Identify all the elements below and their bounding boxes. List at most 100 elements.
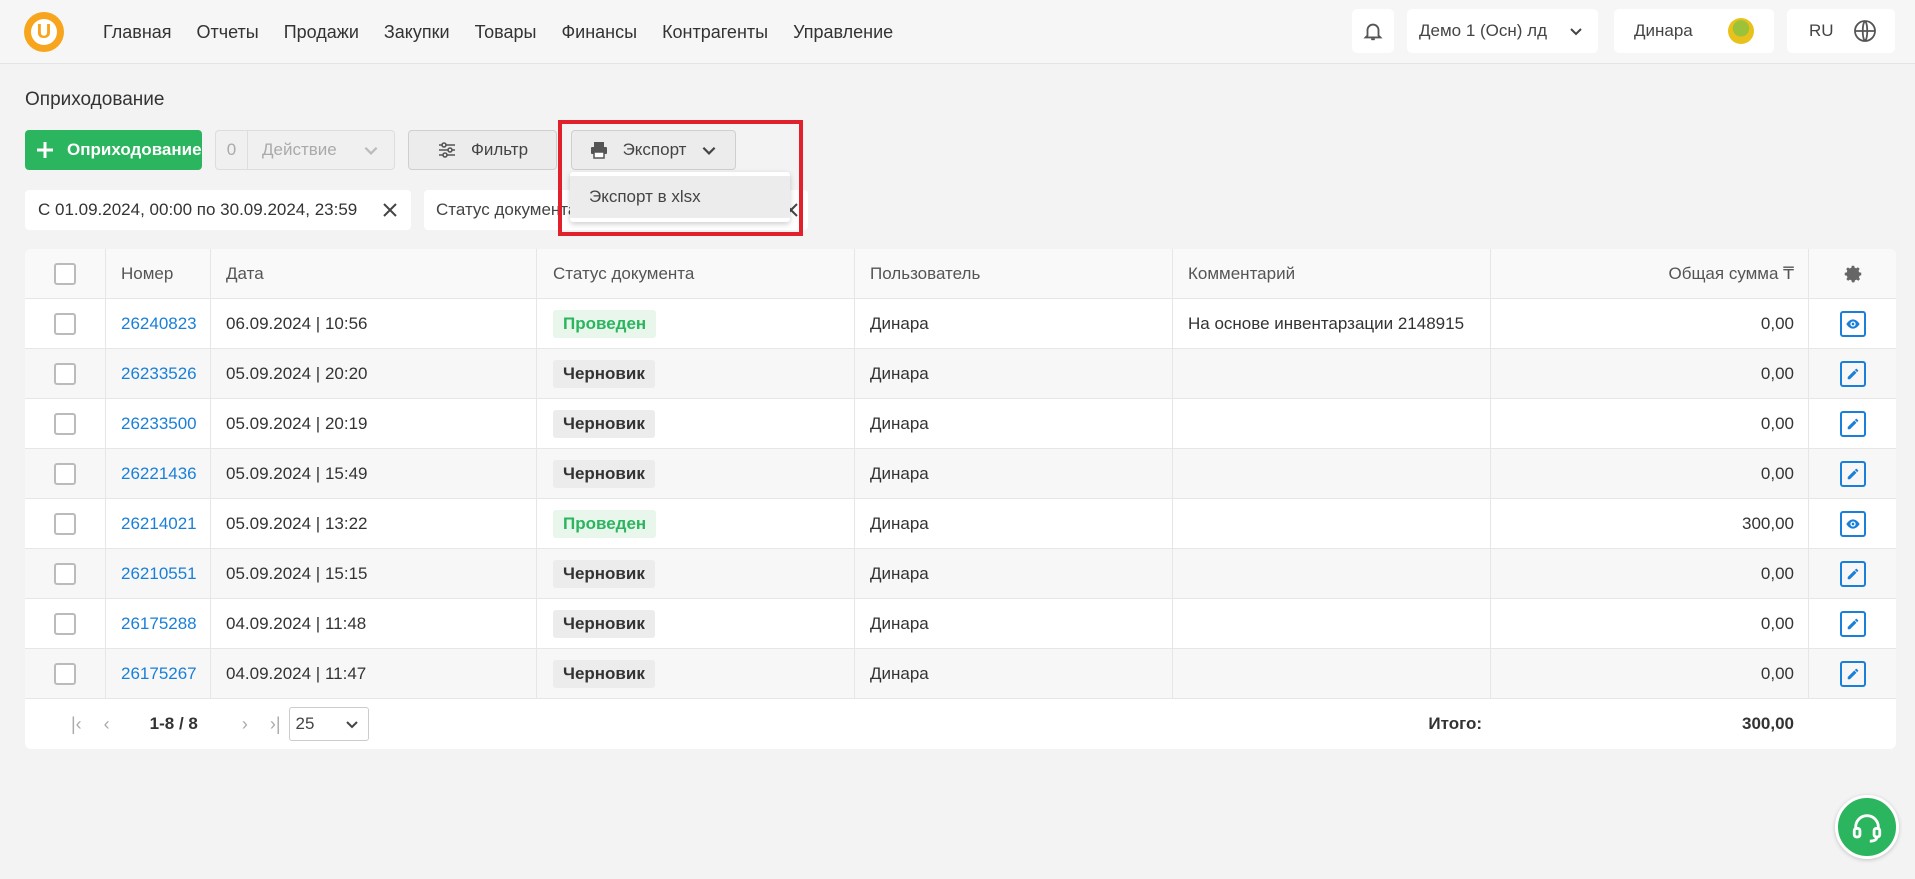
document-number-link[interactable]: 26240823 [121, 314, 197, 334]
pagination: |‹ ‹ 1-8 / 8 › ›| 25 [25, 707, 369, 741]
document-number-link[interactable]: 26210551 [121, 564, 197, 584]
logo[interactable]: U [24, 12, 64, 52]
close-icon[interactable] [381, 201, 399, 219]
total-value: 300,00 [1742, 714, 1794, 733]
support-button[interactable] [1835, 795, 1899, 859]
chevron-down-icon [364, 146, 378, 155]
document-total: 0,00 [1491, 549, 1809, 598]
language-select[interactable]: RU [1787, 9, 1895, 53]
edit-button[interactable] [1839, 360, 1866, 387]
nav-item-purchases[interactable]: Закупки [384, 22, 450, 43]
nav-item-management[interactable]: Управление [793, 22, 893, 43]
bell-icon [1363, 23, 1383, 41]
nav-item-goods[interactable]: Товары [475, 22, 537, 43]
status-filter-text: Статус документа [436, 200, 578, 219]
company-select[interactable]: Демо 1 (Осн) лд [1407, 9, 1598, 53]
column-header-user[interactable]: Пользователь [855, 249, 1173, 298]
column-header-total[interactable]: Общая сумма ₸ [1491, 249, 1809, 298]
per-page-select[interactable]: 25 [288, 707, 369, 741]
pencil-icon [1847, 568, 1858, 579]
select-all-checkbox[interactable] [54, 262, 76, 285]
document-user: Динара [855, 449, 1173, 498]
nav-item-finance[interactable]: Финансы [561, 22, 637, 43]
first-page-icon[interactable]: |‹ [71, 714, 82, 735]
pencil-icon [1847, 468, 1858, 479]
table-row: 26221436 05.09.2024 | 15:49 Черновик Дин… [25, 449, 1896, 499]
row-checkbox[interactable] [54, 562, 76, 585]
document-number-link[interactable]: 26233526 [121, 364, 197, 384]
row-checkbox[interactable] [54, 612, 76, 635]
document-total: 0,00 [1491, 649, 1809, 698]
document-total: 0,00 [1491, 299, 1809, 348]
notifications-button[interactable] [1352, 9, 1394, 53]
date-filter-chip[interactable]: С 01.09.2024, 00:00 по 30.09.2024, 23:59 [25, 190, 411, 230]
view-button[interactable] [1839, 310, 1866, 337]
document-comment: На основе инвентарзации 2148915 [1173, 299, 1491, 348]
nav-item-main[interactable]: Главная [103, 22, 172, 43]
status-badge: Черновик [553, 559, 655, 588]
prev-page-icon[interactable]: ‹ [104, 714, 110, 735]
document-user: Динара [855, 349, 1173, 398]
document-comment [1173, 499, 1491, 548]
filter-button[interactable]: Фильтр [408, 130, 557, 170]
action-select[interactable]: 0 Действие [215, 130, 395, 170]
edit-button[interactable] [1839, 660, 1866, 687]
document-number-link[interactable]: 26233500 [121, 414, 197, 434]
table-row: 26210551 05.09.2024 | 15:15 Черновик Дин… [25, 549, 1896, 599]
table-row: 26175288 04.09.2024 | 11:48 Черновик Дин… [25, 599, 1896, 649]
edit-button[interactable] [1839, 610, 1866, 637]
column-header-number[interactable]: Номер [106, 249, 211, 298]
document-total: 0,00 [1491, 349, 1809, 398]
eye-icon [1845, 518, 1860, 529]
top-navbar: U Главная Отчеты Продажи Закупки Товары … [0, 0, 1915, 64]
document-comment [1173, 449, 1491, 498]
nav-item-sales[interactable]: Продажи [284, 22, 359, 43]
document-user: Динара [855, 599, 1173, 648]
status-badge: Проведен [553, 509, 657, 538]
last-page-icon[interactable]: ›| [270, 714, 281, 735]
action-label: Действие [262, 140, 337, 159]
document-comment [1173, 649, 1491, 698]
user-menu[interactable]: Динара [1614, 9, 1774, 53]
eye-icon [1845, 318, 1860, 329]
row-checkbox[interactable] [54, 462, 76, 485]
document-number-link[interactable]: 26175267 [121, 664, 197, 684]
nav-item-reports[interactable]: Отчеты [197, 22, 259, 43]
status-badge: Проведен [553, 309, 657, 338]
status-badge: Черновик [553, 609, 655, 638]
row-checkbox[interactable] [54, 312, 76, 335]
row-checkbox[interactable] [54, 662, 76, 685]
column-header-status[interactable]: Статус документа [537, 249, 855, 298]
nav-item-counterparties[interactable]: Контрагенты [662, 22, 768, 43]
edit-button[interactable] [1839, 410, 1866, 437]
edit-button[interactable] [1839, 560, 1866, 587]
document-date: 05.09.2024 | 20:20 [211, 349, 537, 398]
table-row: 26175267 04.09.2024 | 11:47 Черновик Дин… [25, 649, 1896, 699]
document-comment [1173, 549, 1491, 598]
next-page-icon[interactable]: › [242, 714, 248, 735]
document-user: Динара [855, 549, 1173, 598]
add-receipt-button[interactable]: Оприходование [25, 130, 202, 170]
globe-icon [1854, 20, 1876, 42]
language-code: RU [1809, 21, 1834, 40]
document-date: 04.09.2024 | 11:48 [211, 599, 537, 648]
document-user: Динара [855, 399, 1173, 448]
document-comment [1173, 349, 1491, 398]
row-checkbox[interactable] [54, 512, 76, 535]
edit-button[interactable] [1839, 460, 1866, 487]
table-footer: |‹ ‹ 1-8 / 8 › ›| 25 Итого: 300,00 [25, 699, 1896, 749]
column-header-comment[interactable]: Комментарий [1173, 249, 1491, 298]
column-header-date[interactable]: Дата [211, 249, 537, 298]
selected-count: 0 [216, 131, 248, 169]
table-row: 26233500 05.09.2024 | 20:19 Черновик Дин… [25, 399, 1896, 449]
document-number-link[interactable]: 26214021 [121, 514, 197, 534]
row-checkbox[interactable] [54, 362, 76, 385]
date-filter-text: С 01.09.2024, 00:00 по 30.09.2024, 23:59 [38, 200, 358, 219]
document-number-link[interactable]: 26175288 [121, 614, 197, 634]
document-number-link[interactable]: 26221436 [121, 464, 197, 484]
gear-icon[interactable] [1842, 263, 1864, 285]
page-range: 1-8 / 8 [149, 714, 198, 733]
view-button[interactable] [1839, 510, 1866, 537]
row-checkbox[interactable] [54, 412, 76, 435]
document-date: 05.09.2024 | 15:15 [211, 549, 537, 598]
